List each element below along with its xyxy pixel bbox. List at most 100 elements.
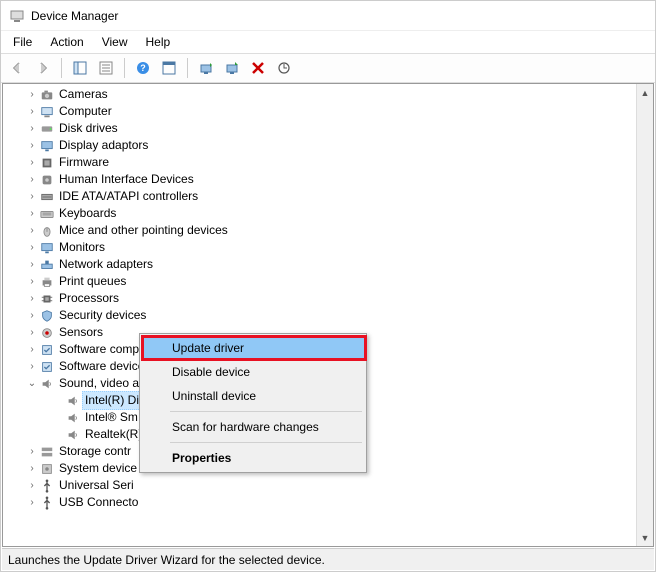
context-menu-item[interactable]: Disable device xyxy=(142,360,364,384)
back-button[interactable] xyxy=(5,56,29,80)
tree-category-label[interactable]: Keyboards xyxy=(59,205,116,222)
expand-icon[interactable]: › xyxy=(25,103,39,120)
vertical-scrollbar[interactable]: ▲ ▼ xyxy=(636,84,653,546)
tree-category-label[interactable]: Print queues xyxy=(59,273,126,290)
storage-icon xyxy=(39,444,55,460)
expand-icon[interactable]: › xyxy=(25,477,39,494)
expand-icon[interactable]: › xyxy=(25,307,39,324)
expand-icon[interactable]: › xyxy=(25,256,39,273)
expand-icon[interactable]: › xyxy=(25,460,39,477)
expand-icon[interactable]: › xyxy=(25,273,39,290)
software-icon xyxy=(39,359,55,375)
context-menu-item[interactable]: Uninstall device xyxy=(142,384,364,408)
expand-icon[interactable]: › xyxy=(25,188,39,205)
tree-category-label[interactable]: Display adaptors xyxy=(59,137,148,154)
tree-category-label[interactable]: USB Connecto xyxy=(59,494,138,511)
tree-category-label[interactable]: Disk drives xyxy=(59,120,118,137)
tree-category[interactable]: › Print queues xyxy=(3,273,636,290)
expand-icon[interactable]: › xyxy=(25,324,39,341)
menu-action[interactable]: Action xyxy=(42,33,91,51)
expand-icon[interactable]: › xyxy=(25,358,39,375)
expand-icon[interactable]: › xyxy=(25,341,39,358)
tree-category-label[interactable]: Human Interface Devices xyxy=(59,171,194,188)
tree-category[interactable]: › Human Interface Devices xyxy=(3,171,636,188)
expand-icon[interactable]: › xyxy=(25,171,39,188)
sound-icon xyxy=(65,393,81,409)
expand-icon[interactable]: › xyxy=(25,154,39,171)
tree-category[interactable]: › Universal Seri xyxy=(3,477,636,494)
tree-category[interactable]: › Cameras xyxy=(3,86,636,103)
context-menu-separator xyxy=(170,442,362,443)
menu-file[interactable]: File xyxy=(5,33,40,51)
tree-category[interactable]: › Display adaptors xyxy=(3,137,636,154)
sensor-icon xyxy=(39,325,55,341)
tree-category[interactable]: › Security devices xyxy=(3,307,636,324)
show-hide-console-tree-button[interactable] xyxy=(68,56,92,80)
computer-icon xyxy=(39,104,55,120)
tree-category[interactable]: › Firmware xyxy=(3,154,636,171)
expand-icon[interactable]: › xyxy=(25,239,39,256)
tree-category-label[interactable]: Computer xyxy=(59,103,112,120)
tree-category[interactable]: › IDE ATA/ATAPI controllers xyxy=(3,188,636,205)
tree-category[interactable]: › Network adapters xyxy=(3,256,636,273)
tree-category-label[interactable]: Sensors xyxy=(59,324,103,341)
tree-category[interactable]: › Mice and other pointing devices xyxy=(3,222,636,239)
action-button[interactable] xyxy=(157,56,181,80)
tree-category[interactable]: › Disk drives xyxy=(3,120,636,137)
tree-category-label[interactable]: Monitors xyxy=(59,239,105,256)
menu-view[interactable]: View xyxy=(94,33,136,51)
ide-icon xyxy=(39,189,55,205)
tree-category-label[interactable]: Network adapters xyxy=(59,256,153,273)
menu-help[interactable]: Help xyxy=(138,33,179,51)
software-icon xyxy=(39,342,55,358)
expand-icon[interactable]: › xyxy=(25,120,39,137)
network-icon xyxy=(39,257,55,273)
scroll-up-button[interactable]: ▲ xyxy=(637,84,653,101)
tree-category-label[interactable]: Security devices xyxy=(59,307,146,324)
expand-icon[interactable]: › xyxy=(25,86,39,103)
tree-device-label[interactable]: Realtek(R) xyxy=(85,426,142,443)
expand-icon[interactable]: › xyxy=(25,222,39,239)
tree-pane: › Cameras › Computer › Disk drives › Display ad… xyxy=(2,83,654,547)
context-menu: Update driverDisable deviceUninstall dev… xyxy=(139,333,367,473)
app-icon xyxy=(9,8,25,24)
sound-icon xyxy=(65,410,81,426)
expand-icon[interactable]: › xyxy=(25,494,39,511)
context-menu-item[interactable]: Scan for hardware changes xyxy=(142,415,364,439)
collapse-icon[interactable]: ⌄ xyxy=(25,375,39,392)
tree-category-label[interactable]: Universal Seri xyxy=(59,477,134,494)
tree-category-label[interactable]: Software devices xyxy=(59,358,150,375)
help-button[interactable]: ? xyxy=(131,56,155,80)
expand-icon[interactable]: › xyxy=(25,443,39,460)
context-menu-item[interactable]: Properties xyxy=(142,446,364,470)
tree-device-label[interactable]: Intel® Sm xyxy=(85,409,138,426)
toolbar: ? xyxy=(1,53,655,83)
expand-icon[interactable]: › xyxy=(25,137,39,154)
usb-icon xyxy=(39,495,55,511)
tree-scroll-area[interactable]: › Cameras › Computer › Disk drives › Display ad… xyxy=(3,84,636,546)
uninstall-device-button[interactable] xyxy=(246,56,270,80)
tree-category-label[interactable]: System device xyxy=(59,460,137,477)
tree-category[interactable]: › Computer xyxy=(3,103,636,120)
expand-icon[interactable]: › xyxy=(25,205,39,222)
expand-icon[interactable]: › xyxy=(25,290,39,307)
properties-button[interactable] xyxy=(94,56,118,80)
tree-category-label[interactable]: Firmware xyxy=(59,154,109,171)
update-driver-button[interactable] xyxy=(194,56,218,80)
scroll-down-button[interactable]: ▼ xyxy=(637,529,653,546)
scan-hardware-button[interactable] xyxy=(272,56,296,80)
tree-category-label[interactable]: Cameras xyxy=(59,86,108,103)
disable-device-button[interactable] xyxy=(220,56,244,80)
tree-category-label[interactable]: IDE ATA/ATAPI controllers xyxy=(59,188,198,205)
tree-category[interactable]: › USB Connecto xyxy=(3,494,636,511)
forward-button[interactable] xyxy=(31,56,55,80)
context-menu-separator xyxy=(170,411,362,412)
tree-category-label[interactable]: Processors xyxy=(59,290,119,307)
context-menu-item[interactable]: Update driver xyxy=(142,336,364,360)
tree-category[interactable]: › Monitors xyxy=(3,239,636,256)
keyboard-icon xyxy=(39,206,55,222)
tree-category[interactable]: › Processors xyxy=(3,290,636,307)
tree-category-label[interactable]: Storage contr xyxy=(59,443,131,460)
tree-category[interactable]: › Keyboards xyxy=(3,205,636,222)
tree-category-label[interactable]: Mice and other pointing devices xyxy=(59,222,228,239)
